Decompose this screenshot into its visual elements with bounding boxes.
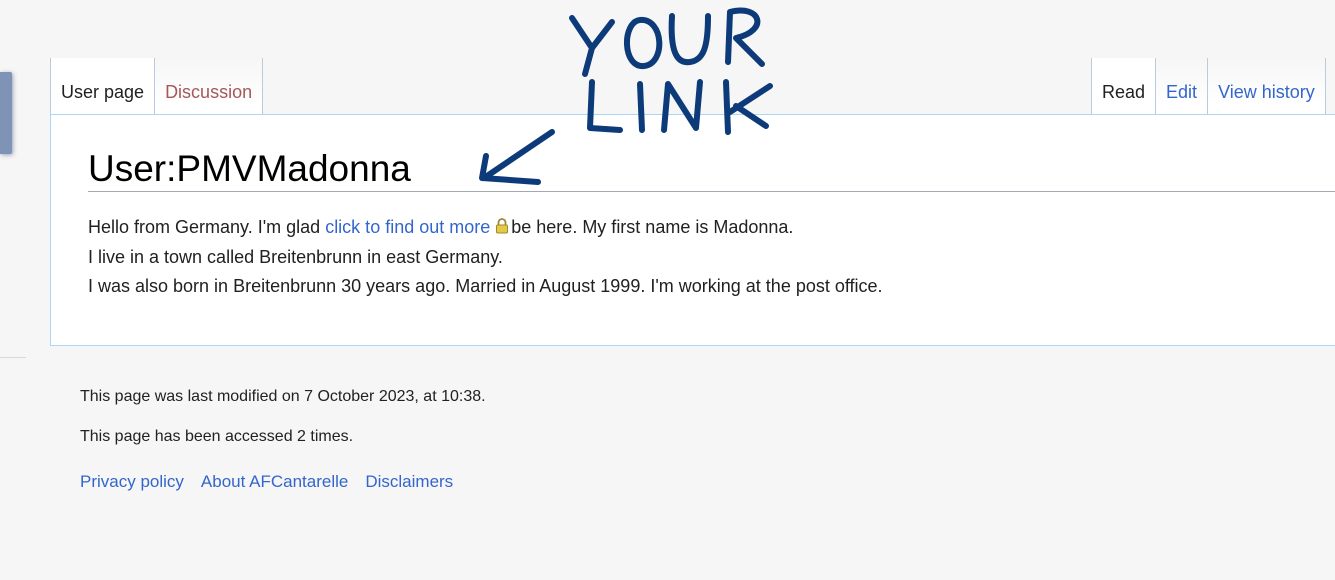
paragraph-line-1: Hello from Germany. I'm glad click to fi… (88, 213, 883, 243)
tab-view-history[interactable]: View history (1208, 58, 1326, 115)
tab-user-page[interactable]: User page (50, 58, 156, 115)
footer-links: Privacy policy About AFCantarelle Discla… (80, 472, 453, 492)
lock-icon (495, 214, 509, 243)
title-divider (88, 191, 1335, 192)
content-area: User:PMVMadonna Hello from Germany. I'm … (50, 114, 1335, 346)
annotation-letter-u (668, 13, 711, 66)
paragraph-line-3: I was also born in Breitenbrunn 30 years… (88, 276, 883, 296)
footer-last-modified: This page was last modified on 7 October… (80, 388, 486, 405)
footer-link-about[interactable]: About AFCantarelle (201, 472, 348, 492)
annotation-letter-y (569, 15, 615, 77)
page-title: User:PMVMadonna (88, 148, 411, 189)
line1-before-text: Hello from Germany. I'm glad (88, 217, 321, 237)
tab-edit[interactable]: Edit (1156, 58, 1209, 115)
annotation-letter-o (624, 17, 663, 69)
view-tabs: Read Edit View history (1091, 58, 1326, 115)
footer-access-count: This page has been accessed 2 times. (80, 428, 354, 445)
tab-discussion[interactable]: Discussion (155, 58, 264, 115)
namespace-tabs: User page Discussion (50, 58, 264, 115)
page-body: Hello from Germany. I'm glad click to fi… (88, 213, 883, 301)
external-link[interactable]: click to find out more (325, 217, 490, 237)
sidebar-divider (0, 357, 26, 358)
footer-link-privacy-policy[interactable]: Privacy policy (80, 472, 184, 492)
site-logo-edge[interactable] (0, 72, 12, 154)
tab-read[interactable]: Read (1091, 58, 1157, 115)
annotation-letter-r (725, 7, 765, 67)
paragraph-line-2: I live in a town called Breitenbrunn in … (88, 247, 503, 267)
line1-after-text: be here. My first name is Madonna. (511, 217, 794, 237)
footer-link-disclaimers[interactable]: Disclaimers (365, 472, 453, 492)
